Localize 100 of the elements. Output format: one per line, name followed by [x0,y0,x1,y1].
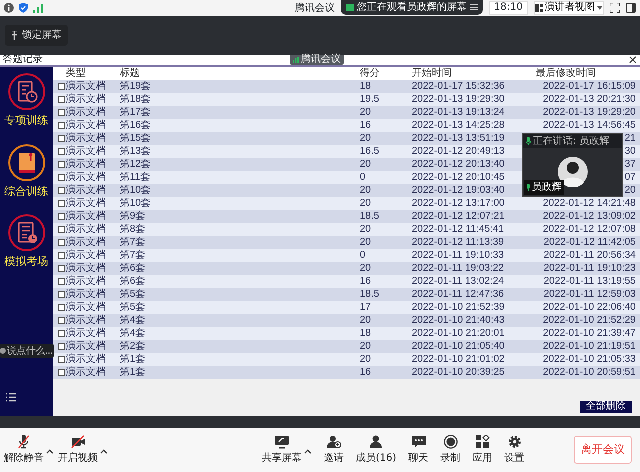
table-cell: 第11套 [120,172,150,183]
toolbar-button[interactable]: 解除静音 [4,434,44,466]
table-cell: 第7套 [120,250,146,261]
table-cell: 演示文档 [66,133,106,144]
layout-icon [535,4,543,12]
row-checkbox[interactable] [58,278,65,285]
table-cell: 第1套 [120,354,146,365]
row-checkbox[interactable] [58,213,65,220]
column-header[interactable]: 标题 [118,67,358,80]
table-cell: 2022-01-11 20:56:34 [544,250,636,261]
camera-muted-icon [71,434,85,448]
book-icon [8,144,46,182]
table-cell: 30 [624,146,636,157]
table-cell: 16.5 [360,146,380,157]
table-cell: 07 [624,172,636,183]
toolbar-button[interactable]: 共享屏幕 [262,434,302,466]
add-person-icon [327,434,341,448]
table-cell: 20 [360,107,372,118]
row-checkbox[interactable] [58,343,65,350]
row-checkbox[interactable] [58,174,65,181]
row-checkbox[interactable] [58,291,65,298]
table-cell: 16 [360,120,372,131]
table-cell: 2022-01-12 13:09:02 [543,211,636,222]
toolbar-button[interactable]: 成员(16) [356,434,397,466]
table-cell: 2022-01-12 20:13:40 [412,159,505,170]
table-cell: 2022-01-10 21:20:01 [412,328,505,339]
table-cell: 2022-01-13 13:51:19 [412,133,505,144]
toolbar-button[interactable]: 开启视频 [58,434,98,466]
sidebar-item[interactable]: 模拟考场 [4,214,48,270]
row-checkbox[interactable] [58,135,65,142]
row-checkbox[interactable] [58,161,65,168]
delete-all-button[interactable]: 全部删除 [580,401,632,413]
row-checkbox[interactable] [58,109,65,116]
table-cell: 2022-01-13 19:29:30 [412,94,505,105]
column-header[interactable]: 得分 [358,67,410,80]
table-cell: 第7套 [120,237,146,248]
row-checkbox[interactable] [58,356,65,363]
row-checkbox[interactable] [58,200,65,207]
row-checkbox[interactable] [58,317,65,324]
row-checkbox[interactable] [58,239,65,246]
toolbar-button[interactable]: 邀请 [324,434,344,466]
table-cell: 第16套 [120,120,152,131]
table-cell: 0 [360,172,366,183]
column-header[interactable]: 最后修改时间 [534,67,640,80]
table-cell: 2022-01-10 22:06:40 [543,302,636,313]
table-cell: 2022-01-12 20:49:13 [412,146,505,157]
caret-icon[interactable] [100,448,108,456]
row-checkbox[interactable] [58,369,65,376]
toolbar-button[interactable]: 应用 [472,434,493,466]
row-checkbox[interactable] [58,96,65,103]
toolbar-button[interactable]: 聊天 [408,434,429,466]
info-icon[interactable] [4,3,14,13]
shield-icon[interactable] [19,3,28,13]
column-header[interactable]: 开始时间 [410,67,534,80]
leave-meeting-button[interactable]: 离开会议 [574,436,632,464]
sidebar-item[interactable]: 专项训练 [4,73,48,130]
table-cell: 第12套 [120,159,152,170]
table-cell: 第8套 [120,224,146,235]
row-checkbox[interactable] [58,148,65,155]
row-checkbox[interactable] [58,122,65,129]
caret-icon[interactable] [304,448,312,456]
toolbar-button[interactable]: 录制 [440,434,461,466]
close-icon[interactable] [629,56,637,64]
microphone-icon [526,137,531,145]
sharing-notice-text: 您正在观看员政辉的屏幕 [357,0,468,15]
table-cell: 2022-01-13 14:25:28 [412,120,505,131]
list-icon[interactable] [470,4,478,11]
table-cell: 20 [360,237,372,248]
table-cell: 18.5 [360,211,380,222]
table-cell: 2022-01-10 21:52:39 [412,302,505,313]
table-cell: 2022-01-12 11:45:41 [412,224,504,235]
table-cell: 2022-01-10 20:39:25 [412,367,505,378]
table-cell: 2022-01-12 12:07:21 [412,211,505,222]
row-checkbox[interactable] [58,304,65,311]
row-checkbox[interactable] [58,265,65,272]
lock-screen-button[interactable]: 锁定屏幕 [5,25,68,46]
fullscreen-icon[interactable] [610,3,620,13]
chat-icon [412,434,426,448]
table-cell: 20 [360,185,372,196]
sidebar-toggle-icon[interactable] [626,3,636,13]
row-checkbox[interactable] [58,187,65,194]
row-checkbox[interactable] [58,83,65,90]
screen-share-icon [346,4,354,11]
toolbar-button[interactable]: 设置 [504,434,525,466]
table-cell: 2022-01-12 11:42:05 [544,237,636,248]
table-cell: 2022-01-10 20:59:51 [543,367,636,378]
caret-icon[interactable] [46,448,54,456]
table-cell: 第5套 [120,289,146,300]
view-mode-dropdown[interactable]: 演讲者视图 [534,1,604,15]
row-checkbox[interactable] [58,226,65,233]
row-checkbox[interactable] [58,252,65,259]
column-header[interactable]: 类型 [64,67,118,80]
chat-input[interactable]: 说点什么... [0,344,54,358]
table-cell: 第17套 [120,107,152,118]
sidebar-item[interactable]: 综合训练 [4,144,48,200]
table-cell: 20 [360,263,372,274]
table-cell: 第13套 [120,146,152,157]
person-icon [369,434,384,448]
menu-icon[interactable] [6,393,16,402]
row-checkbox[interactable] [58,330,65,337]
